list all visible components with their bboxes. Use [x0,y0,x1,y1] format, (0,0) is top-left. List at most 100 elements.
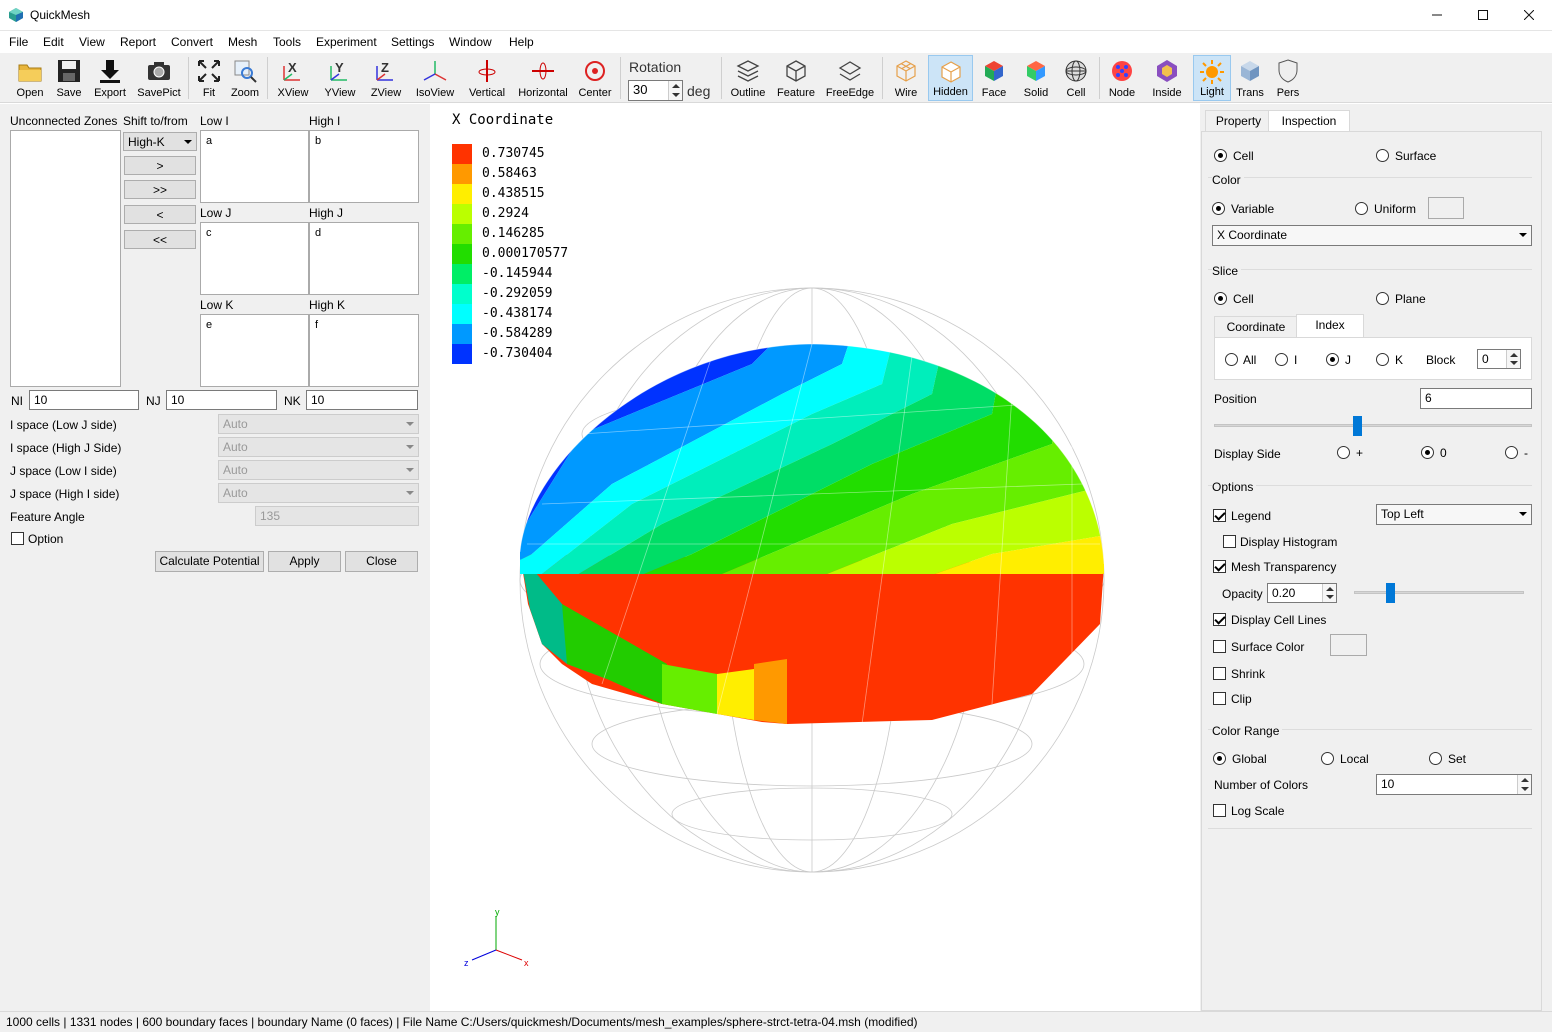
block-input[interactable]: 0 [1477,349,1521,369]
tab-index[interactable]: Index [1296,314,1364,338]
display-histogram-checkbox[interactable] [1223,535,1236,548]
move-all-right-button[interactable]: >> [124,180,196,199]
surface-radio[interactable] [1376,149,1389,162]
local-radio[interactable] [1321,752,1334,765]
zview-button[interactable]: Z ZView [366,55,406,101]
maximize-button[interactable] [1460,0,1506,31]
mesh-render[interactable]: y x z [432,104,1192,1011]
wire-button[interactable]: Wire [887,55,925,101]
menu-tools[interactable]: Tools [273,35,301,49]
global-radio[interactable] [1213,752,1226,765]
menu-window[interactable]: Window [449,35,492,49]
high-k-list[interactable]: f [309,314,419,387]
node-button[interactable]: Node [1104,55,1140,101]
ni-input[interactable]: 10 [29,390,139,410]
option-checkbox[interactable] [11,532,24,545]
ispace-low-j-select[interactable]: Auto [218,414,419,434]
hidden-button[interactable]: Hidden [928,55,973,101]
index-k-radio[interactable] [1376,353,1389,366]
display-cell-lines-checkbox[interactable] [1213,613,1226,626]
clip-checkbox[interactable] [1213,692,1226,705]
low-j-item[interactable]: c [206,227,212,239]
index-all-radio[interactable] [1225,353,1238,366]
high-j-list[interactable]: d [309,222,419,295]
side-zero-radio[interactable] [1421,446,1434,459]
move-all-left-button[interactable]: << [124,230,196,249]
low-j-list[interactable]: c [200,222,309,295]
outline-button[interactable]: Outline [727,55,769,101]
savepict-button[interactable]: SavePict [135,55,183,101]
jspace-low-i-select[interactable]: Auto [218,460,419,480]
log-scale-checkbox[interactable] [1213,804,1226,817]
high-i-item[interactable]: b [315,135,321,147]
slice-plane-radio[interactable] [1376,292,1389,305]
menu-view[interactable]: View [79,35,105,49]
surface-color-swatch[interactable] [1330,634,1367,656]
face-button[interactable]: Face [976,55,1012,101]
light-button[interactable]: Light [1193,55,1231,101]
jspace-high-i-select[interactable]: Auto [218,483,419,503]
zoom-button[interactable]: Zoom [228,55,262,101]
legend-checkbox[interactable] [1213,509,1226,522]
rotation-spin-icon[interactable] [668,81,682,100]
position-slider-thumb[interactable] [1353,416,1363,436]
set-radio[interactable] [1429,752,1442,765]
high-k-item[interactable]: f [315,319,318,331]
menu-file[interactable]: File [9,35,28,49]
horizontal-button[interactable]: Horizontal [515,55,571,101]
isoview-button[interactable]: IsoView [412,55,458,101]
cell-radio[interactable] [1214,149,1227,162]
high-j-item[interactable]: d [315,227,321,239]
menu-help[interactable]: Help [509,35,534,49]
menu-edit[interactable]: Edit [43,35,64,49]
apply-button[interactable]: Apply [268,551,341,572]
pers-button[interactable]: Pers [1271,55,1305,101]
menu-convert[interactable]: Convert [171,35,213,49]
rotation-input[interactable]: 30 [628,80,683,101]
cell-button[interactable]: Cell [1059,55,1093,101]
index-j-radio[interactable] [1326,353,1339,366]
menu-settings[interactable]: Settings [391,35,434,49]
low-i-list[interactable]: a [200,130,309,203]
opacity-spin-icon[interactable] [1322,584,1336,602]
export-button[interactable]: Export [89,55,131,101]
mesh-transparency-checkbox[interactable] [1213,560,1226,573]
side-plus-radio[interactable] [1337,446,1350,459]
nk-input[interactable]: 10 [306,390,418,410]
uniform-color-swatch[interactable] [1428,197,1464,219]
opacity-slider-thumb[interactable] [1386,583,1395,603]
move-right-button[interactable]: > [124,156,196,175]
center-button[interactable]: Center [576,55,614,101]
trans-button[interactable]: Trans [1233,55,1267,101]
close-button[interactable]: Close [345,551,418,572]
ispace-high-j-select[interactable]: Auto [218,437,419,457]
move-left-button[interactable]: < [124,205,196,224]
number-of-colors-input[interactable]: 10 [1376,774,1532,795]
save-button[interactable]: Save [50,55,88,101]
variable-select[interactable]: X Coordinate [1212,225,1532,246]
variable-radio[interactable] [1212,202,1225,215]
block-spin-icon[interactable] [1506,350,1520,368]
yview-button[interactable]: Y YView [319,55,361,101]
freeedge-button[interactable]: FreeEdge [823,55,877,101]
tab-coordinate[interactable]: Coordinate [1214,316,1298,338]
high-i-list[interactable]: b [309,130,419,203]
opacity-slider-track[interactable] [1354,591,1524,594]
legend-position-select[interactable]: Top Left [1376,504,1532,525]
number-of-colors-spin-icon[interactable] [1517,775,1531,794]
inside-button[interactable]: Inside [1147,55,1187,101]
close-window-button[interactable] [1506,0,1552,31]
position-slider-track[interactable] [1214,424,1532,427]
opacity-input[interactable]: 0.20 [1267,583,1337,603]
slice-cell-radio[interactable] [1214,292,1227,305]
position-input[interactable]: 6 [1420,388,1532,409]
menu-report[interactable]: Report [120,35,156,49]
vertical-button[interactable]: Vertical [466,55,508,101]
tab-property[interactable]: Property [1205,110,1272,132]
menu-experiment[interactable]: Experiment [316,35,377,49]
open-button[interactable]: Open [8,55,52,101]
index-i-radio[interactable] [1275,353,1288,366]
tab-inspection[interactable]: Inspection [1268,110,1350,132]
unconnected-zones-list[interactable] [10,130,121,387]
shift-select[interactable]: High-K [123,132,197,151]
